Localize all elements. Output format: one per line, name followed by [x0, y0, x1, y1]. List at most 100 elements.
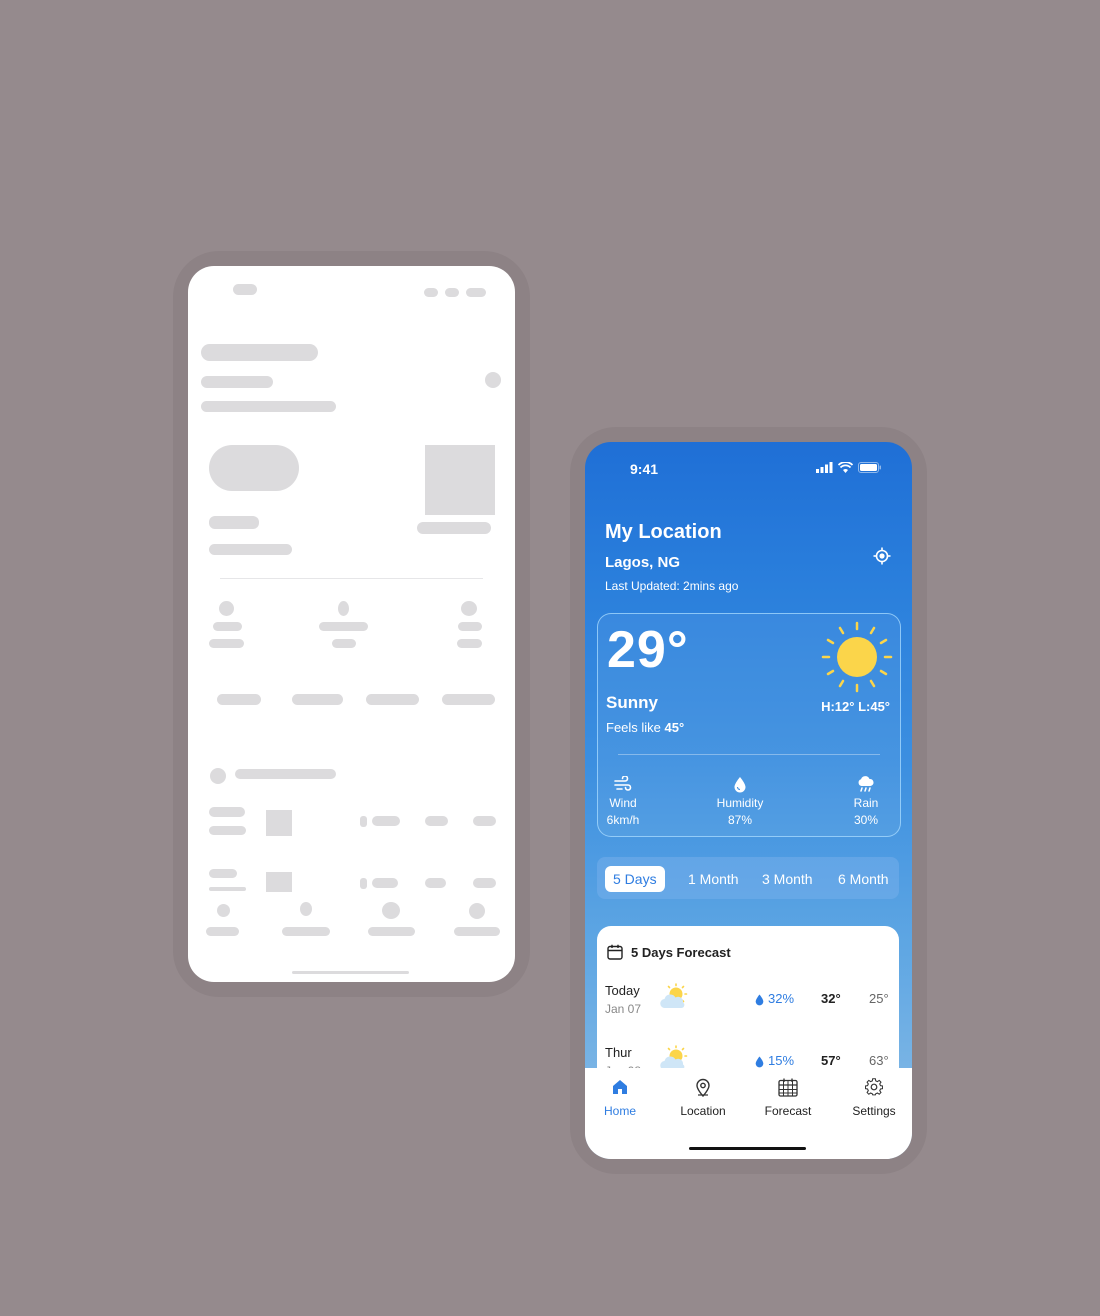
forecast-high: 32° — [821, 991, 841, 1006]
weather-app-screen: 9:41 My Location Lagos, NG Last Updated:… — [585, 442, 912, 1159]
condition-text: Sunny — [606, 693, 658, 712]
current-weather-card: 29° Sunny H:12° L:45° Feels like 45° Win… — [597, 613, 901, 837]
location-title: My Location — [605, 521, 722, 543]
calendar-icon — [607, 944, 623, 960]
rain-chance: 15% — [768, 1053, 795, 1068]
skeleton-dot — [485, 372, 501, 388]
droplet-icon — [755, 994, 764, 1006]
battery-icon — [858, 462, 881, 473]
skeleton-line — [417, 522, 491, 534]
skeleton-image — [425, 445, 495, 515]
home-icon-wrap — [585, 1078, 660, 1100]
wifi-icon — [838, 462, 853, 473]
skeleton-title — [201, 344, 318, 361]
status-time: 9:41 — [630, 461, 659, 477]
skeleton-metric-icon — [219, 601, 234, 616]
skeleton-line — [201, 376, 273, 388]
feels-like-value: 45° — [664, 720, 685, 735]
metric-label: Humidity — [716, 796, 764, 810]
skeleton-phone-screen — [188, 266, 515, 982]
tab-5-days[interactable]: 5 Days — [605, 866, 665, 892]
rain-cloud-icon-wrap — [831, 776, 901, 796]
forecast-day: Today — [605, 983, 640, 998]
tab-1-month[interactable]: 1 Month — [688, 866, 739, 892]
city-name: Lagos, NG — [605, 554, 681, 571]
skeleton-line — [209, 807, 245, 817]
rain-cloud-icon — [858, 776, 874, 792]
skeleton-home-indicator — [292, 971, 409, 974]
forecast-title: 5 Days Forecast — [631, 945, 731, 960]
rain-chance: 32% — [768, 991, 795, 1006]
skeleton-temp-pill — [209, 445, 299, 491]
skeleton-status-time — [233, 284, 257, 295]
forecast-date: Jan 07 — [605, 1002, 642, 1016]
gps-target-icon[interactable] — [873, 547, 891, 565]
skeleton-line — [213, 622, 242, 631]
partly-cloudy-icon — [660, 983, 688, 1009]
skeleton-line — [473, 878, 496, 888]
metric-label: Wind — [609, 796, 637, 810]
metric-label: Rain — [853, 796, 879, 810]
metric-wind: Wind 6km/h — [588, 775, 658, 827]
metric-value: 30% — [853, 813, 879, 827]
nav-label: Home — [603, 1104, 636, 1118]
skeleton-tab — [442, 694, 495, 705]
skeleton-nav-icon — [300, 902, 312, 916]
skeleton-line — [209, 544, 292, 555]
skeleton-status-icon — [424, 288, 438, 297]
skeleton-line — [368, 927, 415, 936]
forecast-range-tabs: 5 Days 1 Month 3 Month 6 Month — [597, 857, 899, 899]
nav-forecast[interactable]: Forecast — [748, 1078, 828, 1118]
metric-rain: Rain 30% — [831, 776, 901, 827]
skeleton-line — [209, 516, 259, 529]
skeleton-line — [457, 639, 482, 648]
gear-icon-wrap — [834, 1078, 912, 1100]
wind-icon-wrap — [588, 775, 658, 796]
skeleton-line — [209, 869, 237, 878]
nav-settings[interactable]: Settings — [834, 1078, 912, 1118]
home-indicator — [689, 1147, 806, 1150]
bottom-nav: Home Location Forecast Settings — [585, 1068, 912, 1159]
skeleton-status-icon — [445, 288, 459, 297]
card-divider — [618, 754, 880, 755]
skeleton-metric-icon — [461, 601, 477, 616]
forecast-low: 25° — [869, 991, 889, 1006]
tab-6-month[interactable]: 6 Month — [838, 866, 889, 892]
skeleton-tab — [366, 694, 419, 705]
skeleton-line — [425, 878, 446, 888]
skeleton-line — [209, 639, 244, 648]
droplet-icon — [734, 777, 746, 793]
skeleton-tab — [217, 694, 261, 705]
skeleton-line — [458, 622, 482, 631]
skeleton-divider — [220, 578, 483, 579]
high-low: H:12° L:45° — [821, 699, 890, 714]
skeleton-line — [206, 927, 239, 936]
skeleton-metric-icon — [338, 601, 349, 616]
forecast-row[interactable]: Today Jan 07 32% 32° 25° — [597, 983, 899, 1033]
metric-humidity: Humidity 87% — [705, 776, 775, 827]
calendar-grid-icon — [778, 1078, 798, 1097]
temperature: 29° — [607, 621, 689, 679]
skeleton-nav-icon — [382, 902, 400, 919]
skeleton-nav-icon — [469, 903, 485, 919]
droplet-icon-wrap — [705, 776, 775, 796]
skeleton-line — [209, 826, 246, 835]
skeleton-line — [282, 927, 330, 936]
nav-label: Location — [680, 1104, 726, 1118]
skeleton-line — [454, 927, 500, 936]
calendar-grid-icon-wrap — [748, 1078, 828, 1100]
skeleton-line — [425, 816, 448, 826]
nav-label: Settings — [852, 1104, 896, 1118]
forecast-day: Thur — [605, 1045, 632, 1060]
location-pin-icon — [696, 1078, 710, 1098]
sun-icon — [821, 621, 893, 693]
signal-icon — [816, 462, 833, 473]
nav-location[interactable]: Location — [663, 1078, 743, 1118]
nav-label: Forecast — [764, 1104, 812, 1118]
metric-value: 6km/h — [606, 813, 640, 827]
skeleton-dot — [210, 768, 226, 784]
skeleton-line — [372, 878, 398, 888]
tab-3-month[interactable]: 3 Month — [762, 866, 813, 892]
nav-home[interactable]: Home — [585, 1078, 660, 1118]
skeleton-line — [209, 887, 246, 891]
